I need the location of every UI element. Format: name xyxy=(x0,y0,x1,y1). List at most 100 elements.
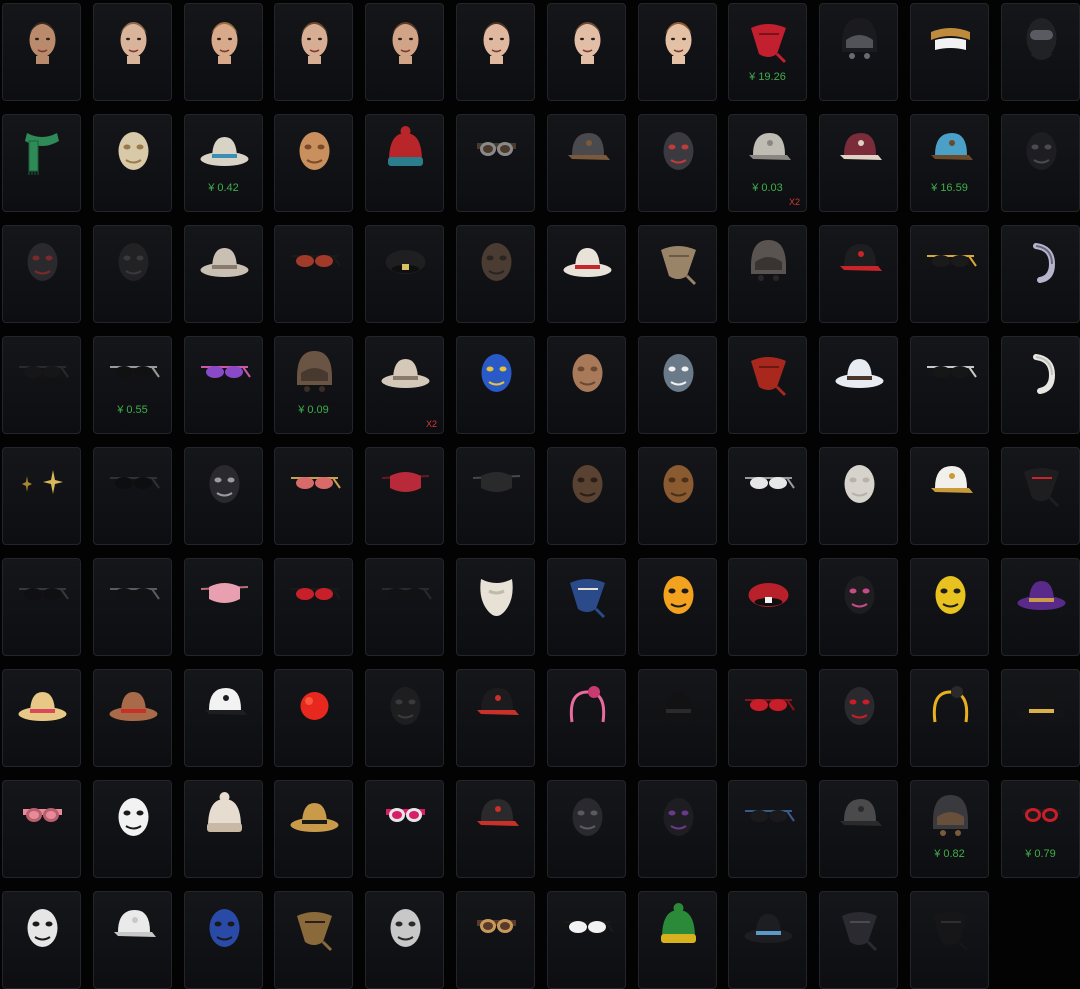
inventory-item-black-bucket-hat[interactable] xyxy=(1001,669,1080,767)
inventory-item-dark-cat-eye-glasses[interactable] xyxy=(365,558,444,656)
inventory-item-green-scarf[interactable] xyxy=(2,114,81,212)
inventory-item-brown-straw-hat[interactable] xyxy=(93,669,172,767)
inventory-item-white-sun-hat[interactable] xyxy=(819,336,898,434)
inventory-item-black-flat-hat[interactable] xyxy=(638,669,717,767)
inventory-item-gold-rim-glasses[interactable] xyxy=(910,225,989,323)
inventory-item-silver-earpiece[interactable] xyxy=(1001,225,1080,323)
inventory-item-tactical-face-shield[interactable] xyxy=(547,780,626,878)
inventory-item-maroon-trucker-cap[interactable] xyxy=(819,114,898,212)
inventory-item-female-face-long-hair[interactable] xyxy=(638,3,717,101)
inventory-item-pink-sleep-mask[interactable] xyxy=(184,558,263,656)
inventory-item-clown-nose[interactable] xyxy=(274,669,353,767)
inventory-item-male-face-buzzcut[interactable] xyxy=(2,3,81,101)
inventory-item-gas-helmet[interactable] xyxy=(728,225,807,323)
inventory-item-wooden-doll-mask[interactable] xyxy=(274,114,353,212)
inventory-item-white-fur-headband[interactable] xyxy=(1001,336,1080,434)
inventory-item-red-neck-scarf[interactable] xyxy=(728,336,807,434)
inventory-item-studded-mask[interactable] xyxy=(184,447,263,545)
inventory-item-pink-headband[interactable] xyxy=(547,669,626,767)
inventory-item-shark-head[interactable] xyxy=(638,336,717,434)
inventory-item-female-face-makeup[interactable] xyxy=(184,3,263,101)
inventory-item-black-fedora[interactable] xyxy=(728,891,807,989)
inventory-item-mushroom-beret[interactable] xyxy=(728,558,807,656)
inventory-item-black-beret[interactable] xyxy=(365,225,444,323)
inventory-item-yellow-gas-mask[interactable] xyxy=(910,558,989,656)
inventory-item-black-red-cap[interactable] xyxy=(819,225,898,323)
inventory-item-pom-pom-beanie[interactable] xyxy=(184,780,263,878)
inventory-item-camo-cap[interactable] xyxy=(819,780,898,878)
inventory-item-black-moto-mask[interactable] xyxy=(1001,114,1080,212)
inventory-item-round-goggles[interactable] xyxy=(456,891,535,989)
inventory-item-gold-star-earrings[interactable] xyxy=(2,447,81,545)
inventory-item-straw-fedora[interactable] xyxy=(274,780,353,878)
inventory-item-scarecrow-mask[interactable] xyxy=(93,114,172,212)
inventory-item-leopard-face-cover[interactable] xyxy=(274,891,353,989)
inventory-item-straw-sun-hat[interactable] xyxy=(2,669,81,767)
inventory-item-paisley-bandana[interactable] xyxy=(547,558,626,656)
inventory-item-female-face-warpaint[interactable] xyxy=(93,3,172,101)
inventory-item-red-white-bucket-hat[interactable] xyxy=(547,225,626,323)
inventory-item-black-balaclava[interactable] xyxy=(1001,3,1080,101)
inventory-item-rasta-beanie[interactable] xyxy=(638,891,717,989)
inventory-item-pink-reading-glasses[interactable] xyxy=(274,447,353,545)
inventory-item-bear-head[interactable] xyxy=(638,447,717,545)
inventory-item-black-face-mask[interactable] xyxy=(93,225,172,323)
inventory-item-white-beard[interactable] xyxy=(456,558,535,656)
inventory-item-red-heart-glasses[interactable] xyxy=(728,669,807,767)
inventory-item-blue-graffiti-mask[interactable] xyxy=(456,336,535,434)
inventory-item-pink-half-mask[interactable] xyxy=(819,558,898,656)
inventory-item-white-bucket-hat[interactable]: ¥ 0.42 xyxy=(184,114,263,212)
inventory-item-purple-visor-mask[interactable] xyxy=(638,780,717,878)
inventory-item-tan-neck-gaiter[interactable] xyxy=(638,225,717,323)
inventory-item-plaid-fedora[interactable]: X2 xyxy=(365,336,444,434)
inventory-item-captain-hat[interactable] xyxy=(910,447,989,545)
inventory-item-aviator-cap[interactable] xyxy=(547,114,626,212)
inventory-item-zebra-mask[interactable] xyxy=(93,780,172,878)
inventory-item-blue-gas-mask[interactable] xyxy=(184,891,263,989)
inventory-item-punk-mask[interactable] xyxy=(638,114,717,212)
inventory-item-white-face-guard[interactable] xyxy=(2,891,81,989)
inventory-item-female-face-red-lips[interactable] xyxy=(274,3,353,101)
inventory-item-tactical-cap[interactable] xyxy=(456,780,535,878)
inventory-item-stocking-mask[interactable] xyxy=(547,336,626,434)
inventory-item-cat-ear-headband[interactable] xyxy=(910,669,989,767)
inventory-item-cowboy-hat[interactable] xyxy=(184,225,263,323)
inventory-item-female-face-tattoo[interactable] xyxy=(365,3,444,101)
inventory-item-grey-gas-mask[interactable] xyxy=(365,891,444,989)
inventory-item-blue-newsboy-cap[interactable]: ¥ 16.59 xyxy=(910,114,989,212)
inventory-item-shutter-shades[interactable] xyxy=(728,447,807,545)
inventory-item-ryan-bear-head[interactable] xyxy=(638,558,717,656)
inventory-item-red-bandana[interactable]: ¥ 19.26 xyxy=(728,3,807,101)
inventory-item-purple-top-hat[interactable] xyxy=(1001,558,1080,656)
inventory-item-ballistic-glasses[interactable] xyxy=(728,780,807,878)
inventory-item-aviator-sunglasses[interactable]: ¥ 0.55 xyxy=(93,336,172,434)
inventory-item-tattered-cloth-mask[interactable] xyxy=(456,225,535,323)
inventory-item-white-sport-glasses[interactable] xyxy=(547,891,626,989)
inventory-item-black-eye-mask[interactable] xyxy=(456,447,535,545)
inventory-item-black-cap-logo[interactable] xyxy=(456,669,535,767)
inventory-item-wraparound-sunglasses[interactable] xyxy=(2,558,81,656)
inventory-item-pilot-helmet[interactable]: ¥ 0.82 xyxy=(910,780,989,878)
inventory-item-spiked-face-guard[interactable] xyxy=(2,225,81,323)
inventory-item-red-knit-beanie[interactable] xyxy=(365,114,444,212)
inventory-item-female-face-dark-lips[interactable] xyxy=(456,3,535,101)
inventory-item-black-neck-gaiter[interactable] xyxy=(910,891,989,989)
inventory-item-red-eyepatch[interactable] xyxy=(365,447,444,545)
inventory-item-red-visor-mask[interactable] xyxy=(819,669,898,767)
inventory-item-white-baseball-cap[interactable] xyxy=(93,891,172,989)
inventory-item-black-helmet[interactable] xyxy=(819,3,898,101)
inventory-item-cat-face-mask[interactable] xyxy=(819,447,898,545)
inventory-item-sailor-cap[interactable] xyxy=(184,669,263,767)
inventory-item-leather-goggles[interactable] xyxy=(456,114,535,212)
inventory-item-pink-goggles[interactable] xyxy=(2,780,81,878)
inventory-item-red-cat-eye-glasses[interactable] xyxy=(274,558,353,656)
inventory-item-slim-sunglasses[interactable] xyxy=(93,558,172,656)
inventory-item-pink-ski-goggles[interactable] xyxy=(365,780,444,878)
inventory-item-red-black-face-cover[interactable] xyxy=(1001,447,1080,545)
inventory-item-heart-glasses[interactable] xyxy=(184,336,263,434)
inventory-item-female-face-plain[interactable] xyxy=(547,3,626,101)
inventory-item-black-tactical-goggles[interactable]: ¥ 0.79 xyxy=(1001,780,1080,878)
inventory-item-leather-aviator-helmet[interactable]: ¥ 0.09 xyxy=(274,336,353,434)
inventory-item-red-sunglasses[interactable] xyxy=(274,225,353,323)
inventory-item-dark-face-wrap[interactable] xyxy=(819,891,898,989)
